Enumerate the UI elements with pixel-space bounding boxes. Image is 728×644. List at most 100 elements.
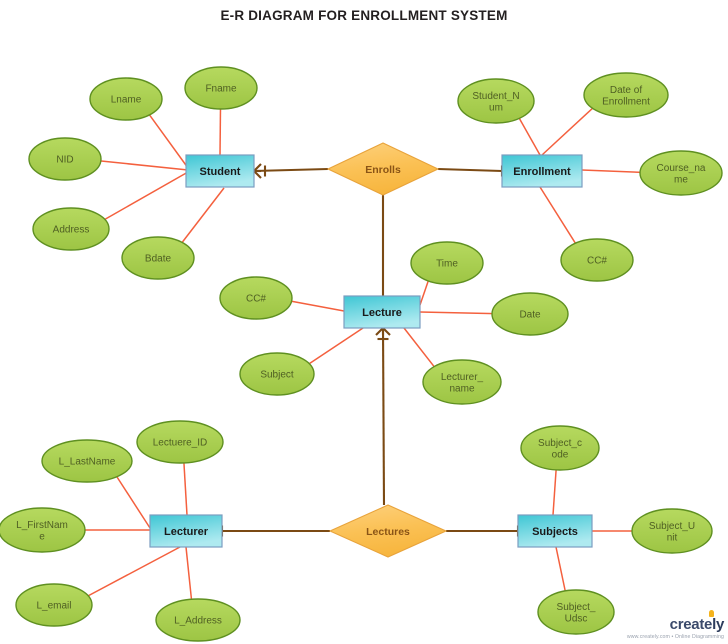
attribute-connector — [539, 186, 577, 245]
attribute-label: NID — [56, 155, 73, 166]
attribute-label: Subject_U — [649, 521, 695, 532]
relationship-connector — [375, 327, 391, 506]
attribute-lectuere_id[interactable]: Lectuere_ID — [136, 420, 224, 464]
connector-line — [437, 167, 503, 173]
attribute-label: CC# — [587, 256, 607, 267]
attribute-label: CC# — [246, 294, 266, 305]
entity-label: Student — [200, 166, 241, 178]
creately-watermark: creately www.creately.com • Online Diagr… — [626, 609, 724, 640]
attribute-connector — [419, 311, 495, 315]
creately-logo-part3: ly — [712, 615, 724, 633]
attribute-bdate[interactable]: Bdate — [121, 236, 195, 280]
attribute-time[interactable]: Time — [410, 241, 484, 285]
entity-enrollment[interactable]: Enrollment — [501, 154, 583, 188]
attribute-label: e — [39, 531, 45, 542]
attribute-label: Date of — [610, 85, 642, 96]
attribute-label: me — [674, 174, 688, 185]
attribute-label: Subject_c — [538, 438, 582, 449]
attribute-label: Bdate — [145, 254, 172, 265]
entity-lecture[interactable]: Lecture — [343, 295, 421, 329]
attribute-cc_lecture[interactable]: CC# — [219, 276, 293, 320]
attribute-fname[interactable]: Fname — [184, 66, 258, 110]
attribute-label: L_FirstNam — [16, 520, 68, 531]
attribute-connector — [403, 327, 436, 369]
attribute-connector — [185, 546, 193, 601]
attribute-date[interactable]: Date — [491, 292, 569, 336]
attribute-student_num[interactable]: Student_Num — [457, 78, 535, 124]
attribute-connector — [555, 546, 567, 593]
attribute-date_of_enroll[interactable]: Date ofEnrollment — [583, 72, 669, 118]
attribute-subject[interactable]: Subject — [239, 352, 315, 396]
relationship-enrolls[interactable]: Enrolls — [326, 142, 440, 196]
attribute-label: Date — [519, 310, 541, 321]
attribute-label: Student_N — [472, 91, 519, 102]
attribute-label: L_Address — [174, 616, 222, 627]
attribute-connector — [180, 187, 225, 245]
relationship-connector — [220, 525, 330, 537]
attribute-label: Enrollment — [602, 96, 650, 107]
attribute-connector — [552, 468, 557, 516]
entity-layer: Student Enrollment Lecture Lecturer Subjects — [149, 154, 593, 548]
entity-label: Lecture — [362, 307, 402, 319]
relationship-label: Enrolls — [365, 164, 401, 176]
entity-label: Enrollment — [513, 166, 571, 178]
entity-lecturer[interactable]: Lecturer — [149, 514, 223, 548]
attribute-label: Lectuere_ID — [153, 438, 207, 449]
attribute-address[interactable]: Address — [32, 207, 110, 251]
attribute-label: um — [489, 102, 503, 113]
entity-subjects[interactable]: Subjects — [517, 514, 593, 548]
attribute-connector — [517, 116, 541, 156]
creately-logo: creately — [669, 609, 724, 633]
attribute-label: L_LastName — [59, 457, 116, 468]
attribute-connector — [419, 279, 430, 306]
er-diagram-svg: Lname Fname NID Address Bdate Student_Num Date… — [0, 66, 723, 642]
attribute-connector — [86, 546, 181, 598]
attribute-lname[interactable]: Lname — [89, 77, 163, 121]
attribute-cc_enroll[interactable]: CC# — [560, 238, 634, 282]
creately-logo-part2: e — [704, 615, 713, 633]
attribute-label: L_email — [36, 601, 71, 612]
entity-label: Lecturer — [164, 526, 209, 538]
attribute-nid[interactable]: NID — [28, 137, 102, 181]
relationship-connector-layer — [220, 163, 537, 539]
attribute-subject_unit[interactable]: Subject_Unit — [631, 508, 713, 554]
attribute-connector — [541, 106, 595, 156]
entity-label: Subjects — [532, 526, 578, 538]
relationship-connector — [375, 195, 391, 309]
attribute-connector — [148, 113, 189, 169]
relationship-connector — [437, 165, 504, 177]
attribute-label: Lname — [111, 95, 142, 106]
attribute-label: Address — [53, 225, 90, 236]
attribute-course_name[interactable]: Course_name — [639, 150, 723, 196]
entity-student[interactable]: Student — [185, 154, 255, 188]
attribute-subject_code[interactable]: Subject_code — [520, 425, 600, 471]
attribute-lecturer_name[interactable]: Lecturer_name — [422, 359, 502, 405]
attribute-connector — [98, 160, 189, 171]
attribute-label: Subject_ — [557, 602, 596, 613]
attribute-connector — [183, 461, 188, 516]
attribute-connector — [289, 300, 345, 312]
attribute-l_email[interactable]: L_email — [15, 583, 93, 627]
attribute-label: Time — [436, 259, 458, 270]
connector-line — [381, 327, 386, 506]
attribute-subject_udsc[interactable]: Subject_Udsc — [537, 589, 615, 635]
attribute-connector — [102, 171, 189, 222]
er-diagram-canvas: E-R DIAGRAM FOR ENROLLMENT SYSTEM Lname F… — [0, 0, 728, 644]
attribute-label: Udsc — [565, 613, 588, 624]
attribute-l_address[interactable]: L_Address — [155, 598, 241, 642]
lightbulb-icon — [708, 609, 714, 617]
attribute-l_firstname[interactable]: L_FirstName — [0, 507, 86, 553]
relationship-connector — [253, 163, 329, 179]
attribute-label: Subject — [260, 370, 294, 381]
attribute-label: Lecturer_ — [441, 372, 484, 383]
relationship-lectures[interactable]: Lectures — [328, 504, 448, 558]
attribute-connector — [581, 169, 643, 174]
attribute-label: Course_na — [657, 163, 706, 174]
relationship-label: Lectures — [366, 526, 410, 538]
creately-tagline: www.creately.com • Online Diagramming — [626, 633, 724, 640]
attribute-connector — [115, 474, 151, 529]
attribute-label: ode — [552, 449, 569, 460]
attribute-connector — [307, 327, 364, 366]
attribute-l_lastname[interactable]: L_LastName — [41, 439, 133, 483]
creately-logo-part1: creat — [669, 615, 705, 633]
